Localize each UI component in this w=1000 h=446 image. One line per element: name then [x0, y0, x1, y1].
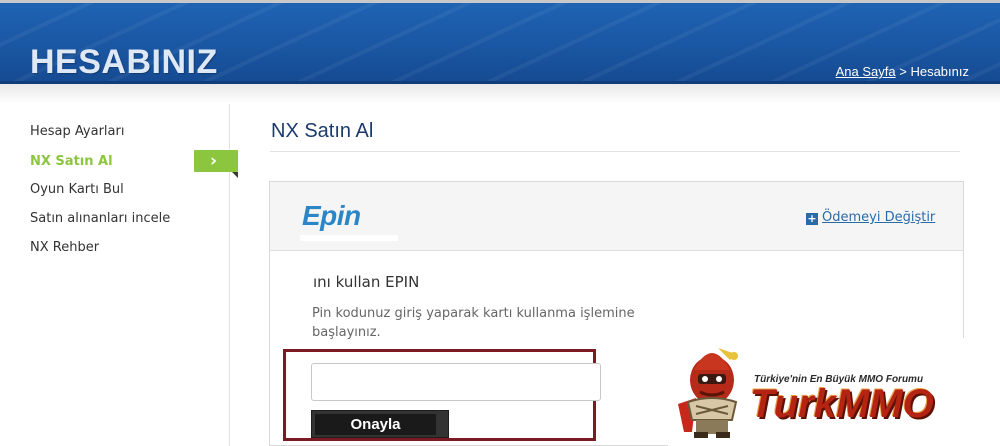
- breadcrumb-home-link[interactable]: Ana Sayfa: [836, 64, 896, 79]
- breadcrumb-separator: >: [899, 64, 907, 79]
- sidebar-item-buy-nx[interactable]: NX Satın Al: [30, 154, 113, 169]
- epin-logo: Epin: [300, 200, 398, 241]
- epin-section-title: ını kullan EPIN: [313, 273, 420, 291]
- confirm-button[interactable]: Onayla: [311, 410, 449, 438]
- breadcrumb-current: Hesabınız: [910, 64, 969, 79]
- confirm-button-label: Onayla: [315, 414, 436, 435]
- header-shadow-bar: [0, 84, 1000, 104]
- payment-method-header: Epin + Ödemeyi Değiştir: [270, 182, 963, 251]
- sidebar-item-nx-guide[interactable]: NX Rehber: [30, 240, 99, 255]
- change-payment-control[interactable]: + Ödemeyi Değiştir: [806, 210, 935, 225]
- sidebar-item-purchase-history[interactable]: Satın alınanları incele: [30, 211, 170, 226]
- chevron-right-icon: ›: [210, 151, 218, 171]
- page-header-title: HESABINIZ: [30, 43, 218, 81]
- sidebar-active-indicator: ›: [194, 150, 238, 178]
- page-title: NX Satın Al: [271, 120, 374, 142]
- pin-code-input[interactable]: [311, 363, 601, 401]
- change-payment-link[interactable]: Ödemeyi Değiştir: [822, 210, 935, 225]
- sidebar-item-find-game-card[interactable]: Oyun Kartı Bul: [30, 182, 124, 197]
- watermark-logo: TurkMMO: [750, 382, 934, 426]
- plus-icon[interactable]: +: [806, 213, 818, 225]
- sidebar-item-account-settings[interactable]: Hesap Ayarları: [30, 124, 124, 139]
- mascot-icon: [678, 348, 738, 438]
- turkmmo-watermark: Türkiye'nin En Büyük MMO Forumu TurkMMO: [668, 338, 1000, 446]
- page-header: HESABINIZ Ana Sayfa > Hesabınız: [0, 0, 1000, 84]
- epin-instructions: Pin kodunuz giriş yaparak kartı kullanma…: [312, 306, 635, 340]
- title-divider: [270, 151, 960, 152]
- breadcrumb: Ana Sayfa > Hesabınız: [836, 64, 969, 79]
